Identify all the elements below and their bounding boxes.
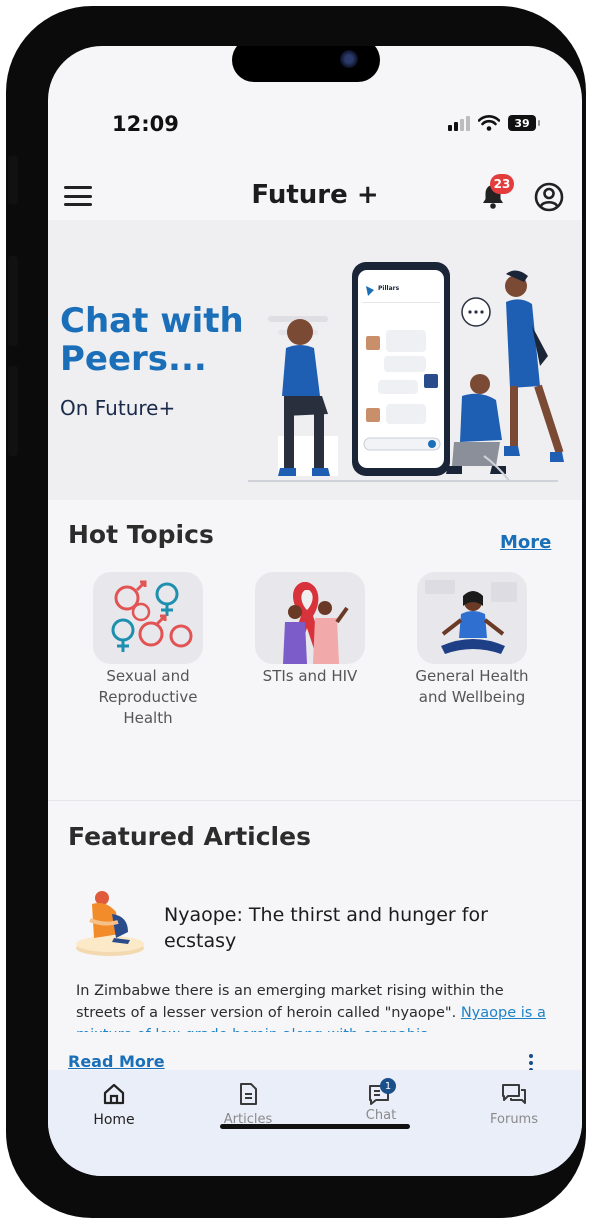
nav-home[interactable]: Home bbox=[64, 1082, 164, 1128]
mock-app-name: Pillars bbox=[378, 285, 400, 292]
gender-symbols-icon bbox=[111, 580, 193, 652]
nav-forums[interactable]: Forums bbox=[464, 1082, 564, 1127]
read-more-link[interactable]: Read More bbox=[68, 1052, 165, 1071]
topic-label: STIs and HIV bbox=[262, 667, 358, 685]
nav-label: Chat bbox=[365, 1108, 397, 1123]
featured-articles-title: Featured Articles bbox=[68, 822, 311, 851]
topic-image bbox=[93, 572, 203, 664]
hero-banner[interactable]: Chat with Peers... On Future+ Pillars bbox=[48, 220, 582, 500]
more-link[interactable]: More bbox=[500, 532, 551, 553]
article-title[interactable]: Nyaope: The thirst and hunger for ecstas… bbox=[164, 902, 564, 954]
article-thumbnail bbox=[76, 891, 144, 956]
topic-label: Sexual and Reproductive Health bbox=[98, 667, 198, 727]
nav-chat[interactable]: 1 Chat bbox=[331, 1078, 431, 1123]
status-time: 12:09 bbox=[112, 112, 179, 136]
account-icon[interactable] bbox=[534, 182, 564, 212]
forum-icon bbox=[502, 1084, 526, 1104]
nav-label: Home bbox=[93, 1112, 135, 1128]
nav-label: Forums bbox=[490, 1112, 538, 1127]
topic-card-sexual-health[interactable]: Sexual and Reproductive Health bbox=[78, 572, 218, 729]
nav-articles[interactable]: Articles bbox=[198, 1082, 298, 1127]
notification-badge: 23 bbox=[490, 174, 514, 194]
section-divider bbox=[48, 800, 582, 801]
status-icons: 39 bbox=[448, 112, 540, 134]
camera-icon bbox=[340, 50, 358, 68]
topic-image bbox=[417, 572, 527, 664]
dynamic-island bbox=[232, 46, 380, 82]
document-icon bbox=[240, 1083, 257, 1105]
chat-badge: 1 bbox=[380, 1078, 396, 1094]
hero-subtitle: On Future+ bbox=[60, 396, 176, 420]
battery-icon: 39 bbox=[508, 115, 540, 131]
chat-icon: 1 bbox=[368, 1078, 396, 1106]
home-indicator bbox=[220, 1124, 410, 1129]
topic-card-general-health[interactable]: General Health and Wellbeing bbox=[402, 572, 542, 708]
phone-screen: 12:09 39 Future + 23 Chat with Peers... … bbox=[48, 46, 582, 1176]
wifi-icon bbox=[478, 115, 500, 131]
home-icon bbox=[103, 1083, 125, 1105]
awareness-ribbon-icon bbox=[283, 582, 349, 664]
hero-title: Chat with Peers... bbox=[60, 301, 244, 379]
phone-frame: 12:09 39 Future + 23 Chat with Peers... … bbox=[6, 6, 586, 1218]
signal-icon bbox=[448, 115, 470, 131]
phone-side-button bbox=[8, 366, 18, 456]
meditation-icon bbox=[425, 580, 517, 654]
app-bar: Future + 23 bbox=[48, 174, 582, 220]
topic-label: General Health and Wellbeing bbox=[415, 667, 529, 706]
article-excerpt: In Zimbabwe there is an emerging market … bbox=[76, 980, 556, 1032]
hot-topics-title: Hot Topics bbox=[68, 520, 214, 549]
topic-image bbox=[255, 572, 365, 664]
hero-illustration: Pillars bbox=[248, 262, 564, 483]
topic-card-stis-hiv[interactable]: STIs and HIV bbox=[240, 572, 380, 687]
phone-side-button bbox=[8, 156, 18, 204]
bottom-nav: Home Articles 1 Chat Forums bbox=[48, 1070, 582, 1176]
article-body-text: In Zimbabwe there is an emerging market … bbox=[76, 983, 504, 1021]
phone-side-button bbox=[8, 256, 18, 346]
